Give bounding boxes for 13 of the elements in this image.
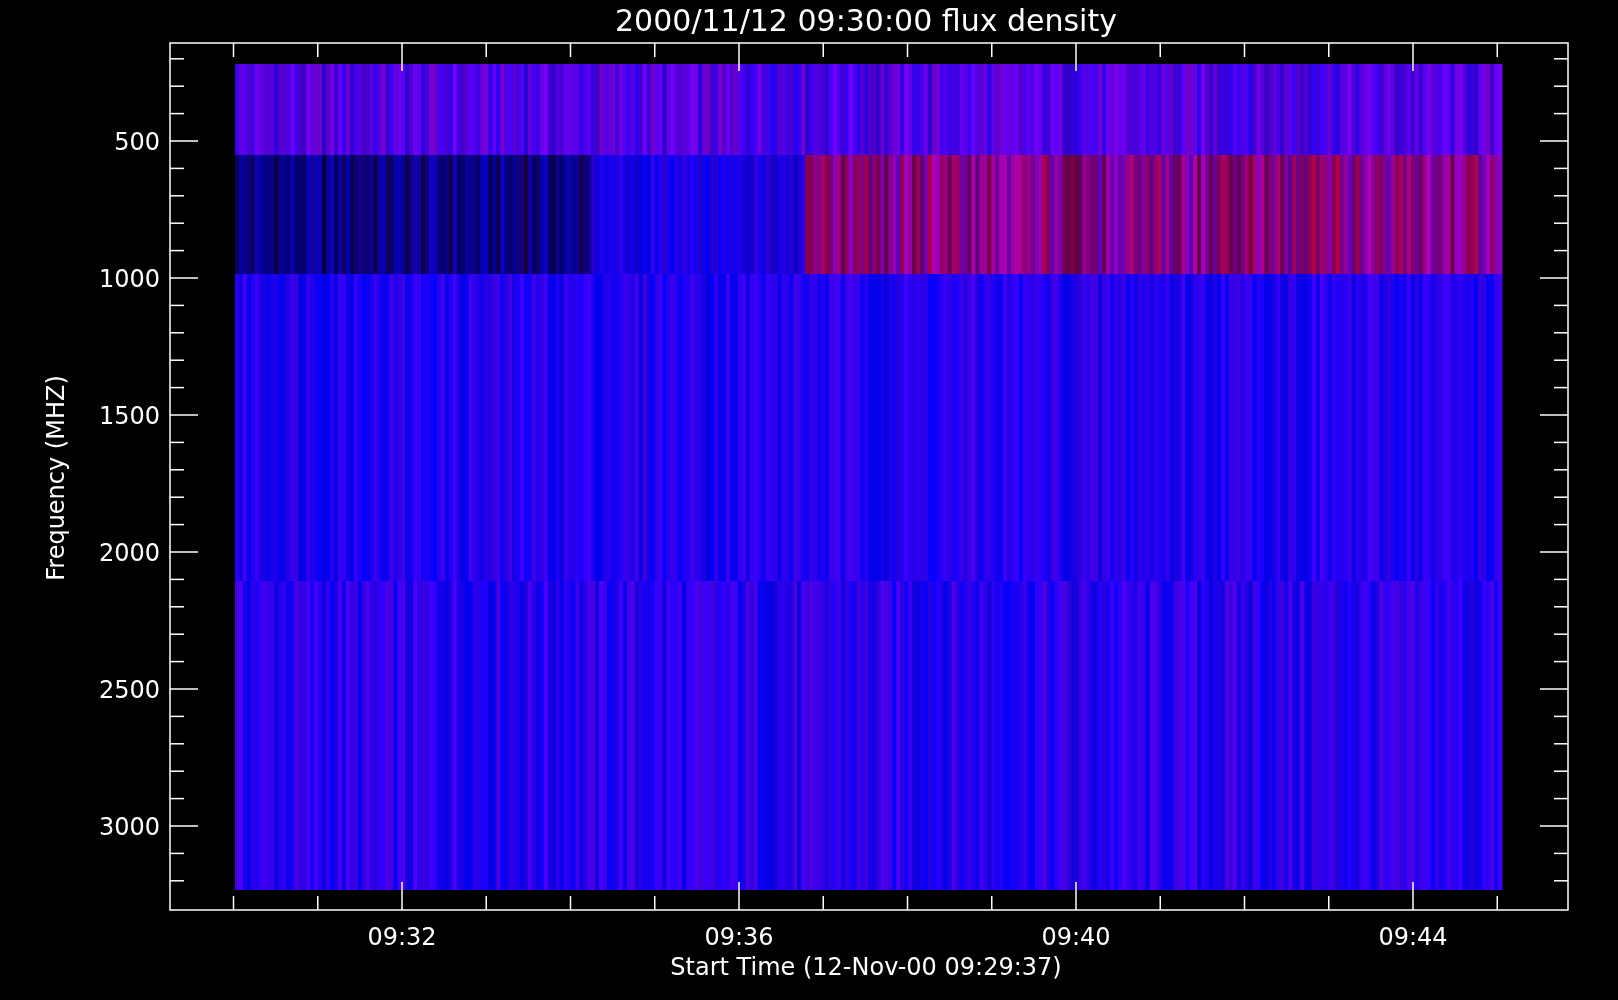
x-tick-label: 09:40 (1041, 923, 1111, 951)
y-axis-label: Frequency (MHZ) (42, 375, 70, 581)
chart-title: 2000/11/12 09:30:00 flux density (615, 3, 1117, 38)
x-tick-label: 09:36 (704, 923, 774, 951)
x-axis-label: Start Time (12-Nov-00 09:29:37) (670, 953, 1062, 981)
x-tick-label: 09:44 (1378, 923, 1448, 951)
y-tick-label: 2000 (98, 539, 160, 567)
x-tick-label: 09:32 (367, 923, 437, 951)
y-tick-label: 1500 (98, 402, 160, 430)
y-tick-label: 500 (114, 128, 160, 156)
y-tick-label: 2500 (98, 676, 160, 704)
y-tick-label: 3000 (98, 813, 160, 841)
y-tick-label: 1000 (98, 265, 160, 293)
